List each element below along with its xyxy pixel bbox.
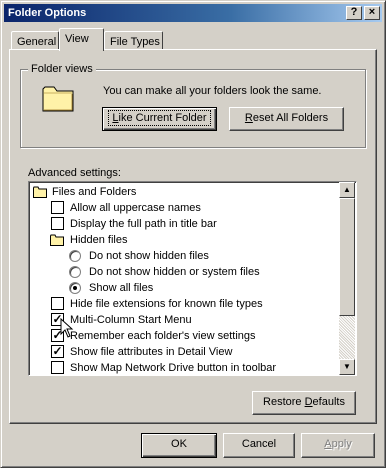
cancel-button[interactable]: Cancel	[223, 433, 295, 458]
list-item-label: Do not show hidden files	[89, 250, 209, 262]
scroll-down-icon[interactable]: ▼	[339, 359, 355, 375]
checkbox[interactable]	[51, 217, 64, 230]
radio-button[interactable]	[69, 250, 81, 262]
restore-defaults-button[interactable]: Restore Defaults	[252, 391, 356, 415]
checkbox[interactable]	[51, 361, 64, 374]
radio-button-selected[interactable]	[69, 282, 81, 294]
checkbox[interactable]	[51, 201, 64, 214]
folder-views-description: You can make all your folders look the s…	[103, 85, 322, 97]
list-item-label: Hide file extensions for known file type…	[70, 298, 263, 310]
folder-icon	[42, 86, 74, 112]
list-item-label: Allow all uppercase names	[70, 202, 201, 214]
list-item-label: Show file attributes in Detail View	[70, 346, 233, 358]
list-item-label: Remember each folder's view settings	[70, 330, 256, 342]
close-button[interactable]: ×	[364, 6, 380, 20]
apply-button[interactable]: Apply	[301, 433, 375, 458]
cancel-label: Cancel	[241, 438, 277, 450]
list-item-label: Multi-Column Start Menu	[70, 314, 192, 326]
reset-all-folders-button[interactable]: Reset All Folders	[229, 107, 344, 131]
ok-label: OK	[171, 438, 187, 450]
ok-button[interactable]: OK	[141, 433, 217, 458]
list-item-label: Show Map Network Drive button in toolbar	[70, 362, 277, 374]
scroll-up-icon[interactable]: ▲	[339, 182, 355, 198]
checkbox[interactable]	[51, 297, 64, 310]
folder-views-label: Folder views	[28, 62, 96, 76]
folder-icon	[33, 186, 47, 198]
scroll-thumb[interactable]	[339, 198, 355, 316]
advanced-settings-list[interactable]: Files and Folders Allow all uppercase na…	[28, 181, 357, 376]
title-bar[interactable]: Folder Options ? ×	[4, 4, 382, 22]
like-current-folder-label: Like Current Folder	[108, 110, 211, 126]
tab-general[interactable]: General	[11, 31, 59, 51]
list-item-label: Do not show hidden or system files	[89, 266, 260, 278]
restore-defaults-label: Restore Defaults	[263, 396, 345, 408]
advanced-settings-label: Advanced settings:	[28, 167, 121, 179]
list-item-label: Files and Folders	[52, 186, 137, 198]
checkbox-checked[interactable]: ✓	[51, 345, 64, 358]
like-current-folder-button[interactable]: Like Current Folder	[102, 107, 217, 131]
tab-view-label: View	[65, 33, 89, 45]
list-item-label: Show all files	[89, 282, 154, 294]
reset-all-folders-label: Reset All Folders	[244, 112, 329, 124]
vertical-scrollbar[interactable]: ▲ ▼	[339, 182, 355, 375]
tab-view[interactable]: View	[59, 28, 104, 51]
window-title: Folder Options	[8, 7, 87, 19]
tab-general-label: General	[17, 36, 57, 48]
tab-file-types-label: File Types	[110, 36, 160, 48]
folder-icon	[50, 234, 64, 246]
tab-file-types[interactable]: File Types	[104, 31, 163, 51]
mouse-pointer-icon	[60, 318, 74, 338]
list-item-label: Display the full path in title bar	[70, 218, 217, 230]
radio-button[interactable]	[69, 266, 81, 278]
list-item-label: Hidden files	[70, 234, 128, 246]
help-button[interactable]: ?	[346, 6, 362, 20]
apply-label: Apply	[324, 438, 352, 450]
